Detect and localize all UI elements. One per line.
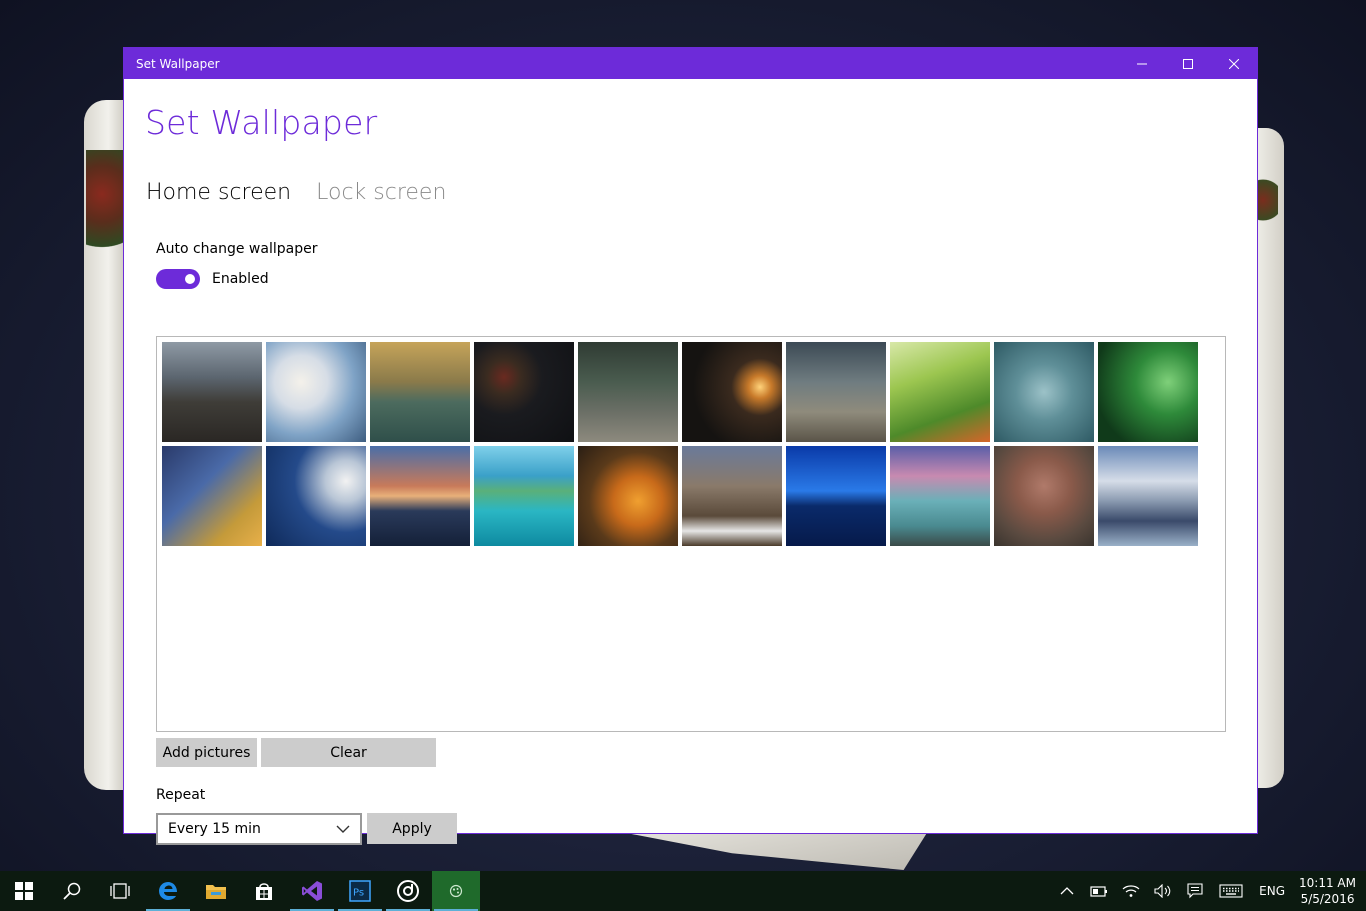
maximize-button[interactable] (1165, 48, 1211, 79)
close-icon (1229, 58, 1239, 69)
app-window: Set Wallpaper Set Wallpaper Home screen … (123, 47, 1258, 845)
tab-home-screen[interactable]: Home screen (146, 180, 291, 205)
taskbar-file-explorer[interactable] (192, 871, 240, 911)
battery-icon (1090, 886, 1108, 897)
wifi-icon (1122, 885, 1140, 897)
wallpaper-thumbnail[interactable] (162, 342, 262, 442)
clear-button[interactable]: Clear (261, 738, 436, 767)
auto-change-toggle[interactable] (156, 269, 200, 289)
taskbar-edge[interactable] (144, 871, 192, 911)
minimize-button[interactable] (1119, 48, 1165, 79)
wallpaper-thumbnail[interactable] (786, 446, 886, 546)
action-center-icon (1187, 883, 1203, 899)
page-title: Set Wallpaper (145, 103, 378, 142)
wallpaper-thumbnail[interactable] (994, 446, 1094, 546)
wallpaper-thumbnail[interactable] (682, 342, 782, 442)
system-tray: ENG 10:11 AM 5/5/2016 (1051, 871, 1366, 911)
wallpaper-thumbnail[interactable] (578, 446, 678, 546)
show-hidden-icons-button[interactable] (1051, 871, 1083, 911)
wallpaper-gallery[interactable] (156, 336, 1226, 732)
volume-icon (1154, 884, 1171, 898)
wallpaper-thumbnail[interactable] (474, 342, 574, 442)
clock-date: 5/5/2016 (1300, 892, 1355, 906)
desktop-plant-left (86, 150, 126, 260)
chevron-up-icon (1060, 887, 1074, 895)
photoshop-icon: Ps (349, 880, 371, 902)
keyboard-icon (1219, 884, 1243, 898)
file-explorer-icon (206, 885, 226, 899)
visual-studio-icon (302, 881, 322, 901)
maximize-icon (1183, 58, 1193, 69)
wallpaper-thumbnail[interactable] (370, 342, 470, 442)
tab-lock-screen[interactable]: Lock screen (316, 180, 446, 205)
volume-button[interactable] (1147, 871, 1179, 911)
clock-time: 10:11 AM (1299, 876, 1356, 890)
window-controls (1119, 48, 1257, 79)
svg-text:Ps: Ps (353, 888, 364, 899)
clock[interactable]: 10:11 AM 5/5/2016 (1293, 875, 1366, 907)
toggle-knob (185, 274, 195, 284)
network-button[interactable] (1115, 871, 1147, 911)
wallpaper-thumbnail[interactable] (474, 446, 574, 546)
wallpaper-thumbnail[interactable] (890, 342, 990, 442)
auto-change-label: Auto change wallpaper (156, 241, 318, 257)
wallpaper-thumbnail[interactable] (994, 342, 1094, 442)
apply-button[interactable]: Apply (367, 813, 457, 844)
edge-browser-icon (159, 882, 177, 900)
thumbnail-grid (162, 342, 1220, 546)
title-bar[interactable]: Set Wallpaper (124, 48, 1257, 79)
repeat-label: Repeat (156, 787, 206, 803)
taskbar-groove-music[interactable] (384, 871, 432, 911)
toggle-state-label: Enabled (212, 271, 269, 287)
search-button[interactable] (48, 871, 96, 911)
taskbar-store[interactable] (240, 871, 288, 911)
wallpaper-thumbnail[interactable] (786, 342, 886, 442)
wallpaper-thumbnail[interactable] (266, 446, 366, 546)
minimize-icon (1137, 63, 1147, 64)
tab-bar: Home screen Lock screen (146, 180, 446, 205)
app-content: Set Wallpaper Home screen Lock screen Au… (124, 79, 1257, 845)
taskbar-set-wallpaper-app[interactable] (432, 871, 480, 911)
add-pictures-button[interactable]: Add pictures (156, 738, 257, 767)
taskbar-visual-studio[interactable] (288, 871, 336, 911)
close-button[interactable] (1211, 48, 1257, 79)
input-language-indicator[interactable]: ENG (1251, 884, 1293, 898)
task-view-icon (110, 883, 130, 899)
battery-button[interactable] (1083, 871, 1115, 911)
wallpaper-thumbnail[interactable] (682, 446, 782, 546)
repeat-selected-value: Every 15 min (168, 821, 261, 837)
window-title: Set Wallpaper (136, 56, 220, 71)
wallpaper-thumbnail[interactable] (1098, 446, 1198, 546)
set-wallpaper-app-icon (449, 884, 463, 898)
repeat-interval-dropdown[interactable]: Every 15 min (156, 813, 362, 845)
auto-change-toggle-row: Enabled (156, 269, 269, 289)
task-view-button[interactable] (96, 871, 144, 911)
search-icon (63, 882, 81, 900)
wallpaper-thumbnail[interactable] (266, 342, 366, 442)
wallpaper-thumbnail[interactable] (370, 446, 470, 546)
taskbar: Ps ENG 10:11 AM 5/5/2016 (0, 871, 1366, 911)
start-button[interactable] (0, 871, 48, 911)
chevron-down-icon (336, 825, 350, 833)
touch-keyboard-button[interactable] (1211, 871, 1251, 911)
wallpaper-thumbnail[interactable] (1098, 342, 1198, 442)
store-icon (256, 883, 272, 900)
wallpaper-thumbnail[interactable] (890, 446, 990, 546)
action-center-button[interactable] (1179, 871, 1211, 911)
wallpaper-thumbnail[interactable] (162, 446, 262, 546)
groove-music-icon (397, 880, 419, 902)
wallpaper-thumbnail[interactable] (578, 342, 678, 442)
windows-start-icon (15, 882, 33, 900)
taskbar-photoshop[interactable]: Ps (336, 871, 384, 911)
